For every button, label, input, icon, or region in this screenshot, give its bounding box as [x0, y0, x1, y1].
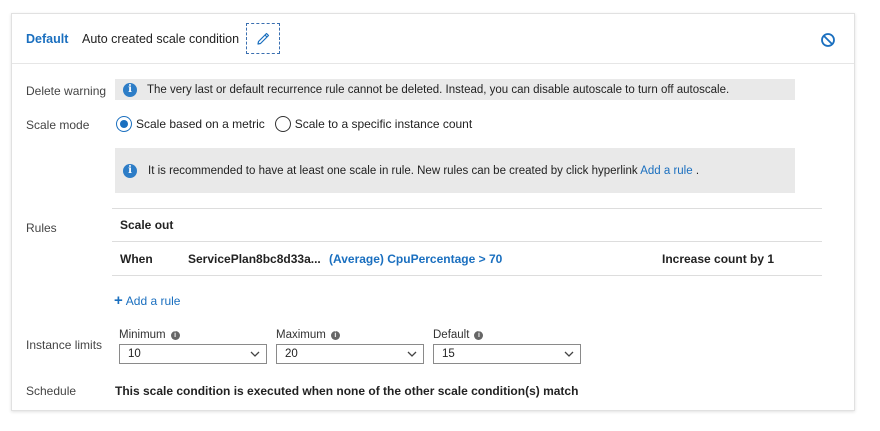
maximum-label: Maximum [276, 329, 326, 341]
default-label: Default [433, 329, 470, 341]
info-tooltip-icon[interactable]: i [474, 330, 484, 340]
radio-label: Scale based on a metric [136, 117, 265, 131]
radio-scale-by-metric[interactable]: Scale based on a metric [116, 116, 265, 132]
delete-warning-message: The very last or default recurrence rule… [147, 83, 730, 96]
minimum-value: 10 [128, 348, 141, 360]
rule-when: When [120, 251, 153, 266]
scale-mode-label: Scale mode [26, 118, 90, 132]
disable-circle-icon[interactable] [820, 32, 836, 48]
table-row[interactable]: When ServicePlan8bc8d33a... (Average) Cp… [112, 242, 822, 276]
minimum-limit: Minimum i 10 [119, 328, 267, 364]
recommendation-banner: i It is recommended to have at least one… [115, 148, 795, 193]
add-rule-link[interactable]: Add a rule [640, 165, 692, 177]
rules-table: Scale out When ServicePlan8bc8d33a... (A… [112, 208, 822, 276]
info-tooltip-icon[interactable]: i [330, 330, 340, 340]
default-limit: Default i 15 [433, 328, 581, 364]
rules-label: Rules [26, 221, 57, 235]
delete-warning-banner: i The very last or default recurrence ru… [115, 79, 795, 100]
info-icon: i [123, 163, 137, 178]
radio-button-selected[interactable] [116, 116, 132, 132]
rule-action: Increase count by 1 [662, 251, 775, 266]
minimum-label: Minimum [119, 329, 166, 341]
radio-scale-to-count[interactable]: Scale to a specific instance count [274, 116, 473, 132]
chevron-down-icon [407, 351, 417, 357]
recommendation-message: It is recommended to have at least one s… [148, 164, 700, 177]
instance-limits-label: Instance limits [26, 338, 103, 352]
chevron-down-icon [564, 351, 574, 357]
chevron-down-icon [250, 351, 260, 357]
rules-table-header: Scale out [112, 208, 822, 242]
default-value: 15 [442, 348, 455, 360]
card-header: Default Auto created scale condition [12, 14, 854, 64]
edit-condition-button[interactable] [246, 23, 280, 54]
add-rule-button[interactable]: + Add a rule [114, 292, 180, 309]
rule-metric-link[interactable]: (Average) CpuPercentage > 70 [329, 252, 502, 266]
info-tooltip-icon[interactable]: i [170, 330, 180, 340]
default-select[interactable]: 15 [433, 344, 581, 364]
delete-warning-label: Delete warning [26, 84, 107, 98]
plus-icon: + [114, 292, 123, 309]
scale-condition-card: Default Auto created scale condition Del… [11, 13, 855, 411]
add-rule-label: Add a rule [125, 293, 181, 308]
maximum-limit: Maximum i 20 [276, 328, 424, 364]
schedule-label: Schedule [26, 384, 77, 398]
schedule-text: This scale condition is executed when no… [115, 384, 579, 398]
minimum-select[interactable]: 10 [119, 344, 267, 364]
radio-button[interactable] [274, 116, 291, 132]
maximum-select[interactable]: 20 [276, 344, 424, 364]
default-label: Default [26, 32, 69, 46]
rule-resource: ServicePlan8bc8d33a... [188, 251, 321, 266]
condition-name: Auto created scale condition [82, 32, 240, 46]
info-icon: i [123, 82, 137, 97]
scale-mode-radio-group: Scale based on a metric Scale to a speci… [116, 116, 482, 132]
pencil-icon [257, 32, 270, 45]
maximum-value: 20 [285, 348, 298, 360]
radio-label: Scale to a specific instance count [294, 117, 473, 131]
